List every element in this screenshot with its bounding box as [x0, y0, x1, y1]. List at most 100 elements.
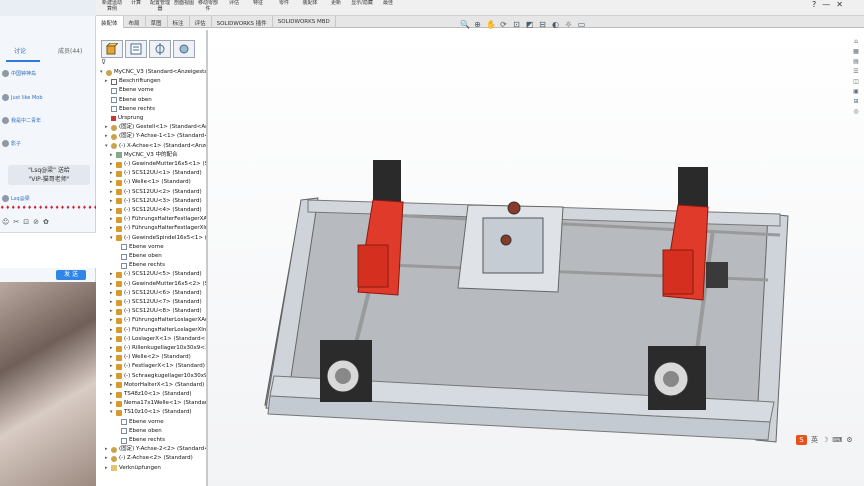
tree-item[interactable]: ▾ MyCNC_V3 (Standard<Anzeigestatus-	[100, 68, 218, 77]
ribbon-item[interactable]: 最佳	[376, 0, 400, 6]
graphics-area[interactable]	[208, 30, 864, 486]
tree-item[interactable]: ▸ (-) SCS12UU<2> (Standard)	[110, 188, 202, 197]
sender-name[interactable]: Lsq@梁	[11, 195, 30, 202]
tree-item[interactable]: ▸ Beschriftungen	[105, 77, 161, 86]
tree-item[interactable]: ▸ (-) FührungsHalterLoslagerXAu	[110, 316, 209, 325]
expand-icon[interactable]: ▸	[105, 123, 109, 132]
ribbon-item[interactable]: 移动零部件	[196, 0, 220, 12]
expand-icon[interactable]: ▸	[110, 307, 114, 316]
tree-item[interactable]: ▾ (-) X-Achse<1> (Standard<Anzeig	[105, 142, 214, 151]
tree-item[interactable]: Ursprung	[105, 114, 143, 123]
task-pane-icon[interactable]: ▦	[851, 48, 861, 55]
tree-item[interactable]: ▸ (固定) Y-Achse-2<2> (Standard<An	[105, 445, 216, 454]
sender-name[interactable]: 我是中二青年	[11, 117, 41, 124]
expand-icon[interactable]: ▸	[110, 160, 114, 169]
view-tool-icon[interactable]: ◩	[525, 20, 534, 32]
expand-icon[interactable]: ▸	[105, 445, 109, 454]
tree-item[interactable]: ▸ (-) Schraegkugellager10x30x9	[110, 372, 207, 381]
sogou-icon[interactable]: S	[796, 435, 807, 445]
image-icon[interactable]: ⊡	[23, 218, 29, 228]
tree-item[interactable]: ▸ (-) SCS12UU<4> (Standard)	[110, 206, 202, 215]
settings-icon[interactable]: ⚙	[846, 436, 852, 444]
moon-icon[interactable]: ☽	[822, 436, 828, 444]
expand-icon[interactable]: ▸	[110, 353, 114, 362]
tree-item[interactable]: ▸ (-) Welle<1> (Standard)	[110, 178, 191, 187]
tree-item[interactable]: ▸ (-) FestlagerX<1> (Standard)	[110, 362, 205, 371]
block-icon[interactable]: ⊘	[33, 218, 39, 228]
task-pane-icon[interactable]: ▣	[851, 88, 861, 95]
tree-item[interactable]: ▸ (-) SCS12UU<3> (Standard)	[110, 197, 202, 206]
tree-item[interactable]: ▸ MotorHalterX<1> (Standard)	[110, 381, 204, 390]
tree-item[interactable]: ▸ (固定) Y-Achse-1<1> (Standard<Anz	[105, 132, 219, 141]
expand-icon[interactable]: ▸	[110, 372, 114, 381]
view-tool-icon[interactable]: ▭	[577, 20, 586, 32]
tree-item[interactable]: Ebene oben	[105, 96, 152, 105]
command-tab[interactable]: 标注	[168, 16, 190, 28]
tree-item[interactable]: Ebene vorne	[115, 243, 164, 252]
view-tool-icon[interactable]: ⊡	[512, 20, 521, 32]
task-pane-icon[interactable]: ◎	[851, 108, 861, 115]
tree-item[interactable]: ▸ (-) Welle<2> (Standard)	[110, 353, 191, 362]
close-icon[interactable]: ✕	[836, 0, 843, 9]
tree-item[interactable]: ▸ (-) FührungsHalterFestlagerXA	[110, 215, 207, 224]
expand-icon[interactable]: ▾	[100, 68, 104, 77]
tree-item[interactable]: ▸ (-) FührungsHalterLoslagerXInr	[110, 326, 209, 335]
expand-icon[interactable]: ▸	[105, 77, 109, 86]
expand-icon[interactable]: ▸	[110, 169, 114, 178]
tree-item[interactable]: ▸ Nema17x1Welle<1> (Standard)	[110, 399, 213, 408]
command-tab[interactable]: 布局	[124, 16, 146, 28]
sender-name[interactable]: 影子	[11, 140, 21, 147]
expand-icon[interactable]: ▸	[110, 215, 114, 224]
expand-icon[interactable]: ▸	[105, 464, 109, 473]
ribbon-item[interactable]: 更新	[324, 0, 348, 6]
tree-item[interactable]: ▸ (-) FührungsHalterFestlagerXln	[110, 224, 208, 233]
tree-item[interactable]: Ebene vorne	[105, 86, 154, 95]
expand-icon[interactable]: ▾	[110, 234, 114, 243]
view-tool-icon[interactable]: ⊕	[473, 20, 482, 32]
view-tool-icon[interactable]: ◐	[551, 20, 560, 32]
expand-icon[interactable]: ▸	[110, 326, 114, 335]
tree-item[interactable]: ▸ Verknüpfungen	[105, 464, 161, 473]
ribbon-item[interactable]: 评估	[222, 0, 246, 6]
expand-icon[interactable]: ▸	[110, 178, 114, 187]
tab-display-manager[interactable]	[173, 40, 195, 58]
expand-icon[interactable]: ▸	[110, 362, 114, 371]
expand-icon[interactable]: ▸	[110, 270, 114, 279]
send-button[interactable]: 发 送	[56, 270, 86, 280]
tab-configuration-manager[interactable]	[149, 40, 171, 58]
view-tool-icon[interactable]: ⟳	[499, 20, 508, 32]
tree-item[interactable]: ▸ (-) GewindeMutter16x5<1> (St	[110, 160, 210, 169]
tree-item[interactable]: ▸ MyCNC_V3 中的配合	[110, 151, 178, 160]
task-pane-icon[interactable]: ⊞	[851, 98, 861, 105]
tree-item[interactable]: Ebene rechts	[115, 436, 165, 445]
expand-icon[interactable]: ▸	[110, 381, 114, 390]
sender-name[interactable]: 中国钟神岛	[11, 70, 36, 77]
tree-item[interactable]: ▸ (-) GewindeMutter16x5<2> (St	[110, 280, 210, 289]
tree-item[interactable]: Ebene oben	[115, 252, 162, 261]
command-tab[interactable]: 装配体	[96, 16, 124, 28]
sender-name[interactable]: Just like Mob	[11, 95, 43, 101]
task-pane-icon[interactable]: ▤	[851, 58, 861, 65]
keyboard-icon[interactable]: ⌨	[832, 436, 842, 444]
flower-icon[interactable]: ✿	[43, 218, 49, 228]
tab-discussion[interactable]: 讨论	[14, 46, 26, 55]
tree-item[interactable]: ▸ (-) SCS12UU<1> (Standard)	[110, 169, 202, 178]
ribbon-item[interactable]: 特征	[246, 0, 270, 6]
tree-item[interactable]: ▸ (-) SCS12UU<8> (Standard)	[110, 307, 202, 316]
scissors-icon[interactable]: ✂	[13, 218, 19, 228]
ime-lang[interactable]: 英	[811, 435, 818, 445]
tree-item[interactable]: ▸ (-) SCS12UU<7> (Standard)	[110, 298, 202, 307]
tree-item[interactable]: ▸ (-) Rillenkugellager10x30x9<1	[110, 344, 208, 353]
tab-property-manager[interactable]	[125, 40, 147, 58]
ribbon-item[interactable]: 剖面视图	[172, 0, 196, 6]
tree-item[interactable]: Ebene oben	[115, 427, 162, 436]
expand-icon[interactable]: ▸	[105, 132, 109, 141]
task-pane-icon[interactable]: ⌂	[851, 38, 861, 45]
expand-icon[interactable]: ▸	[110, 335, 114, 344]
expand-icon[interactable]: ▸	[110, 224, 114, 233]
expand-icon[interactable]: ▸	[110, 197, 114, 206]
expand-icon[interactable]: ▸	[110, 206, 114, 215]
tree-item[interactable]: Ebene rechts	[115, 261, 165, 270]
expand-icon[interactable]: ▸	[110, 344, 114, 353]
tree-item[interactable]: ▾ TS10z10<1> (Standard)	[110, 408, 192, 417]
